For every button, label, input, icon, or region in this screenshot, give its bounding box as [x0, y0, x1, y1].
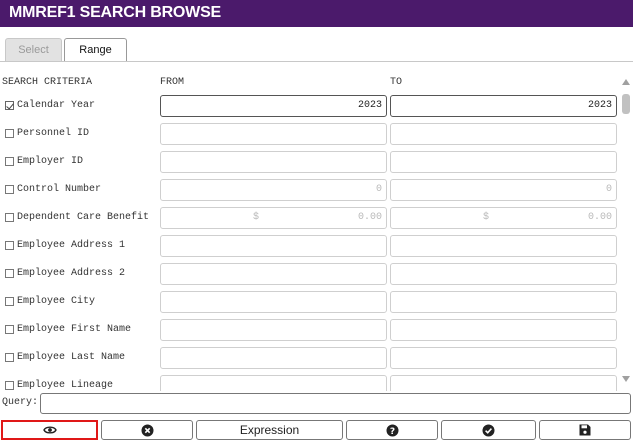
checkbox-employee-city[interactable]: [5, 297, 14, 306]
floppy-disk-icon: [579, 424, 591, 436]
to-input-dependent-care-benefit[interactable]: $0.00: [390, 207, 617, 229]
checkbox-calendar-year[interactable]: [5, 101, 14, 110]
expression-button-label: Expression: [239, 423, 300, 437]
to-input-employee-city[interactable]: [390, 291, 617, 313]
to-input-employer-id[interactable]: [390, 151, 617, 173]
query-label: Query:: [2, 397, 39, 408]
ok-button[interactable]: [441, 420, 536, 440]
to-input-employee-address-2[interactable]: [390, 263, 617, 285]
header-search-criteria: SEARCH CRITERIA: [2, 77, 93, 88]
tab-divider: [0, 61, 633, 62]
checkbox-employee-lineage[interactable]: [5, 381, 14, 390]
criteria-row-employee-city: Employee City: [0, 291, 620, 319]
criteria-label: Employee City: [17, 296, 96, 307]
criteria-label: Employee Address 1: [17, 240, 126, 251]
expression-button[interactable]: Expression: [196, 420, 343, 440]
from-input-employee-address-2[interactable]: [160, 263, 387, 285]
tab-select[interactable]: Select: [5, 38, 62, 62]
criteria-label: Calendar Year: [17, 100, 96, 111]
from-input-employee-first-name[interactable]: [160, 319, 387, 341]
to-input-calendar-year[interactable]: 2023: [390, 95, 617, 117]
criteria-row-employee-lineage: Employee Lineage: [0, 375, 620, 391]
criteria-row-employee-last-name: Employee Last Name: [0, 347, 620, 375]
criteria-row-employee-first-name: Employee First Name: [0, 319, 620, 347]
checkbox-employer-id[interactable]: [5, 157, 14, 166]
help-button[interactable]: ?: [346, 420, 438, 440]
question-circle-icon: ?: [386, 424, 399, 437]
to-input-control-number[interactable]: 0: [390, 179, 617, 201]
from-input-employee-last-name[interactable]: [160, 347, 387, 369]
query-input[interactable]: [40, 393, 631, 414]
to-input-personnel-id[interactable]: [390, 123, 617, 145]
scroll-up-arrow-icon[interactable]: [622, 79, 630, 85]
criteria-row-employee-address-1: Employee Address 1: [0, 235, 620, 263]
view-button[interactable]: [1, 420, 98, 440]
criteria-row-dependent-care-benefit: Dependent Care Benefit $0.00 $0.00: [0, 207, 620, 235]
from-input-calendar-year[interactable]: 2023: [160, 95, 387, 117]
criteria-row-calendar-year: Calendar Year 2023 2023: [0, 95, 620, 123]
circle-x-icon: [141, 424, 154, 437]
title-bar: MMREF1 SEARCH BROWSE: [0, 0, 633, 27]
scroll-down-arrow-icon[interactable]: [622, 376, 630, 382]
criteria-row-employer-id: Employer ID: [0, 151, 620, 179]
scrollbar-thumb[interactable]: [622, 94, 630, 114]
tab-range[interactable]: Range: [64, 38, 127, 62]
criteria-label: Employee First Name: [17, 324, 132, 335]
to-input-employee-lineage[interactable]: [390, 375, 617, 391]
to-input-employee-address-1[interactable]: [390, 235, 617, 257]
criteria-label: Dependent Care Benefit: [17, 212, 150, 223]
checkbox-control-number[interactable]: [5, 185, 14, 194]
svg-text:?: ?: [389, 427, 394, 437]
criteria-label: Employer ID: [17, 156, 84, 167]
criteria-grid: Calendar Year 2023 2023 Personnel ID Emp…: [0, 95, 620, 391]
criteria-label: Employee Address 2: [17, 268, 126, 279]
checkbox-employee-last-name[interactable]: [5, 353, 14, 362]
from-input-dependent-care-benefit[interactable]: $0.00: [160, 207, 387, 229]
criteria-row-personnel-id: Personnel ID: [0, 123, 620, 151]
criteria-row-control-number: Control Number 0 0: [0, 179, 620, 207]
criteria-label: Employee Lineage: [17, 380, 114, 391]
check-circle-icon: [482, 424, 495, 437]
from-input-personnel-id[interactable]: [160, 123, 387, 145]
checkbox-employee-address-2[interactable]: [5, 269, 14, 278]
from-input-employee-lineage[interactable]: [160, 375, 387, 391]
checkbox-personnel-id[interactable]: [5, 129, 14, 138]
window-title: MMREF1 SEARCH BROWSE: [9, 4, 222, 21]
checkbox-employee-first-name[interactable]: [5, 325, 14, 334]
header-to: TO: [390, 77, 403, 88]
to-input-employee-first-name[interactable]: [390, 319, 617, 341]
criteria-label: Employee Last Name: [17, 352, 126, 363]
to-input-employee-last-name[interactable]: [390, 347, 617, 369]
checkbox-employee-address-1[interactable]: [5, 241, 14, 250]
criteria-row-employee-address-2: Employee Address 2: [0, 263, 620, 291]
from-input-employee-city[interactable]: [160, 291, 387, 313]
header-from: FROM: [160, 77, 185, 88]
from-input-employer-id[interactable]: [160, 151, 387, 173]
clear-button[interactable]: [101, 420, 193, 440]
criteria-label: Personnel ID: [17, 128, 90, 139]
eye-icon: [42, 425, 57, 435]
from-input-control-number[interactable]: 0: [160, 179, 387, 201]
save-button[interactable]: [539, 420, 631, 440]
criteria-label: Control Number: [17, 184, 102, 195]
checkbox-dependent-care-benefit[interactable]: [5, 213, 14, 222]
from-input-employee-address-1[interactable]: [160, 235, 387, 257]
